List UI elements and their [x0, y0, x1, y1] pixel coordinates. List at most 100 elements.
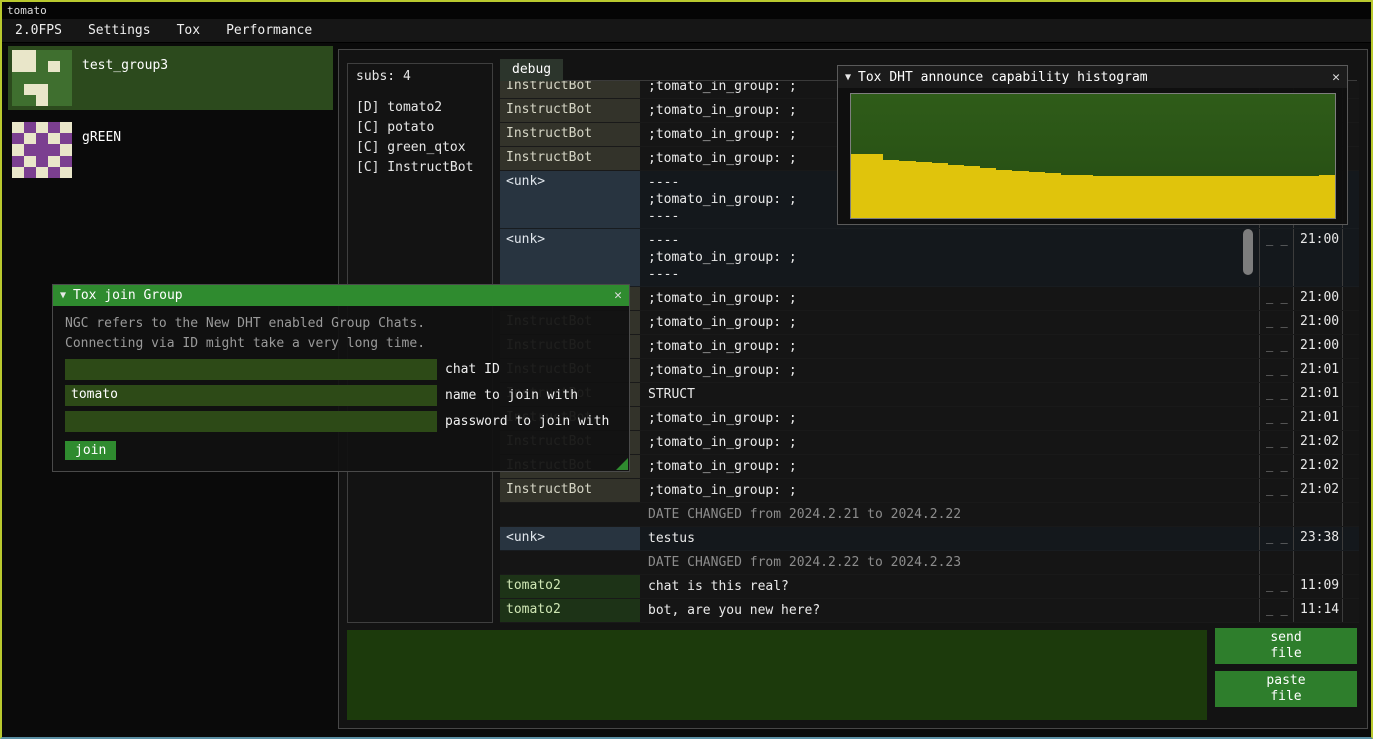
message-text: testus: [640, 527, 1259, 550]
join-field-row: chat ID: [65, 359, 617, 380]
send-file-button[interactable]: send file: [1215, 628, 1357, 664]
histogram-window: ▼ Tox DHT announce capability histogram …: [837, 65, 1348, 225]
date-changed-text: DATE CHANGED from 2024.2.22 to 2024.2.23: [640, 551, 1259, 574]
name-to-join-with-input[interactable]: tomato: [65, 385, 437, 406]
collapse-icon[interactable]: ▼: [60, 290, 66, 301]
subs-list-item[interactable]: [C] green_qtox: [356, 138, 484, 158]
join-info-line-1: NGC refers to the New DHT enabled Group …: [65, 314, 617, 334]
message-time: [1293, 503, 1343, 526]
chat-ID-input[interactable]: [65, 359, 437, 380]
message-status: _ _: [1259, 527, 1293, 550]
message-text: ---- ;tomato_in_group: ; ----: [640, 229, 1259, 286]
sender-name: <unk>: [500, 229, 640, 286]
menu-bar: 2.0FPS SettingsToxPerformance: [2, 19, 1371, 43]
chat-message-row[interactable]: InstructBot;tomato_in_group: ;_ _21:02: [500, 479, 1359, 503]
group-avatar: [12, 50, 72, 106]
message-status: _ _: [1259, 335, 1293, 358]
message-time: 11:09: [1293, 575, 1343, 598]
message-text: ;tomato_in_group: ;: [640, 335, 1259, 358]
group-list: test_group3 gREEN: [8, 46, 333, 190]
join-field-row: password to join with: [65, 411, 617, 432]
fps-indicator: 2.0FPS: [2, 20, 75, 41]
histogram-bar: [996, 170, 1012, 218]
group-name-label: test_group3: [82, 58, 168, 73]
histogram-bar: [1061, 175, 1077, 218]
message-status: _ _: [1259, 229, 1293, 286]
histogram-bar: [1206, 176, 1222, 218]
group-item-test_group3[interactable]: test_group3: [8, 46, 333, 110]
histogram-bar: [883, 160, 899, 218]
field-label: name to join with: [445, 388, 578, 403]
histogram-bar: [1045, 173, 1061, 218]
paste-file-button[interactable]: paste file: [1215, 671, 1357, 707]
resize-grip[interactable]: [616, 458, 628, 470]
menu-item-performance[interactable]: Performance: [213, 20, 325, 41]
histogram-bar: [1190, 176, 1206, 218]
collapse-icon[interactable]: ▼: [845, 72, 851, 83]
message-time: 21:00: [1293, 287, 1343, 310]
message-input[interactable]: [347, 630, 1207, 720]
histogram-bar: [1012, 171, 1028, 218]
password-to-join-with-input[interactable]: [65, 411, 437, 432]
chat-message-row[interactable]: <unk>---- ;tomato_in_group: ; ----_ _21:…: [500, 229, 1359, 287]
date-changed-text: DATE CHANGED from 2024.2.21 to 2024.2.22: [640, 503, 1259, 526]
message-text: ;tomato_in_group: ;: [640, 431, 1259, 454]
sender-name: InstructBot: [500, 99, 640, 122]
subs-header: subs: 4: [356, 69, 484, 84]
close-icon[interactable]: ✕: [1332, 70, 1340, 85]
file-buttons: send file paste file: [1215, 628, 1357, 714]
histogram-bar: [851, 154, 867, 218]
group-avatar: [12, 122, 72, 178]
window-title: tomato: [7, 4, 47, 17]
window-titlebar[interactable]: tomato: [2, 2, 1371, 19]
message-text: STRUCT: [640, 383, 1259, 406]
subs-list-item[interactable]: [D] tomato2: [356, 98, 484, 118]
sender-name: InstructBot: [500, 147, 640, 170]
join-button[interactable]: join: [65, 441, 116, 460]
close-icon[interactable]: ✕: [614, 288, 622, 303]
message-status: _ _: [1259, 407, 1293, 430]
join-titlebar[interactable]: ▼ Tox join Group ✕: [53, 285, 629, 306]
field-label: chat ID: [445, 362, 500, 377]
histogram-bar: [1255, 176, 1271, 218]
sender-name: [500, 503, 640, 526]
sender-name: InstructBot: [500, 479, 640, 502]
subs-list: [D] tomato2[C] potato[C] green_qtox[C] I…: [356, 98, 484, 178]
subs-list-item[interactable]: [C] InstructBot: [356, 158, 484, 178]
subs-list-item[interactable]: [C] potato: [356, 118, 484, 138]
chat-message-row[interactable]: tomato2bot, are you new here?_ _11:14: [500, 599, 1359, 623]
join-fields: chat ID tomato name to join with password t…: [65, 359, 617, 432]
tab-debug[interactable]: debug: [500, 59, 563, 81]
group-item-gREEN[interactable]: gREEN: [8, 118, 333, 182]
group-name-label: gREEN: [82, 130, 121, 145]
histogram-bar: [1142, 176, 1158, 218]
message-status: _ _: [1259, 383, 1293, 406]
histogram-bar: [867, 154, 883, 218]
histogram-titlebar[interactable]: ▼ Tox DHT announce capability histogram …: [838, 66, 1347, 88]
message-time: 11:14: [1293, 599, 1343, 622]
join-group-window: ▼ Tox join Group ✕ NGC refers to the New…: [52, 284, 630, 472]
histogram-bar: [964, 166, 980, 218]
menu-item-settings[interactable]: Settings: [75, 20, 164, 41]
sender-name: InstructBot: [500, 123, 640, 146]
date-changed-row: DATE CHANGED from 2024.2.22 to 2024.2.23: [500, 551, 1359, 575]
histogram-title: Tox DHT announce capability histogram: [858, 70, 1148, 85]
message-text: ;tomato_in_group: ;: [640, 287, 1259, 310]
chat-message-row[interactable]: <unk>testus_ _23:38: [500, 527, 1359, 551]
chat-message-row[interactable]: tomato2chat is this real?_ _11:09: [500, 575, 1359, 599]
chat-scrollbar-thumb[interactable]: [1243, 229, 1253, 275]
histogram-bar: [1174, 176, 1190, 218]
menu-items: SettingsToxPerformance: [75, 20, 325, 41]
menu-item-tox[interactable]: Tox: [164, 20, 213, 41]
histogram-bar: [1029, 172, 1045, 218]
message-time: 21:01: [1293, 407, 1343, 430]
message-time: 21:00: [1293, 311, 1343, 334]
histogram-bar: [1109, 176, 1125, 218]
sender-name: tomato2: [500, 599, 640, 622]
histogram-bar: [1271, 176, 1287, 218]
message-status: _ _: [1259, 479, 1293, 502]
join-body: NGC refers to the New DHT enabled Group …: [53, 306, 629, 468]
message-status: _ _: [1259, 431, 1293, 454]
message-text: ;tomato_in_group: ;: [640, 311, 1259, 334]
message-time: 21:02: [1293, 479, 1343, 502]
